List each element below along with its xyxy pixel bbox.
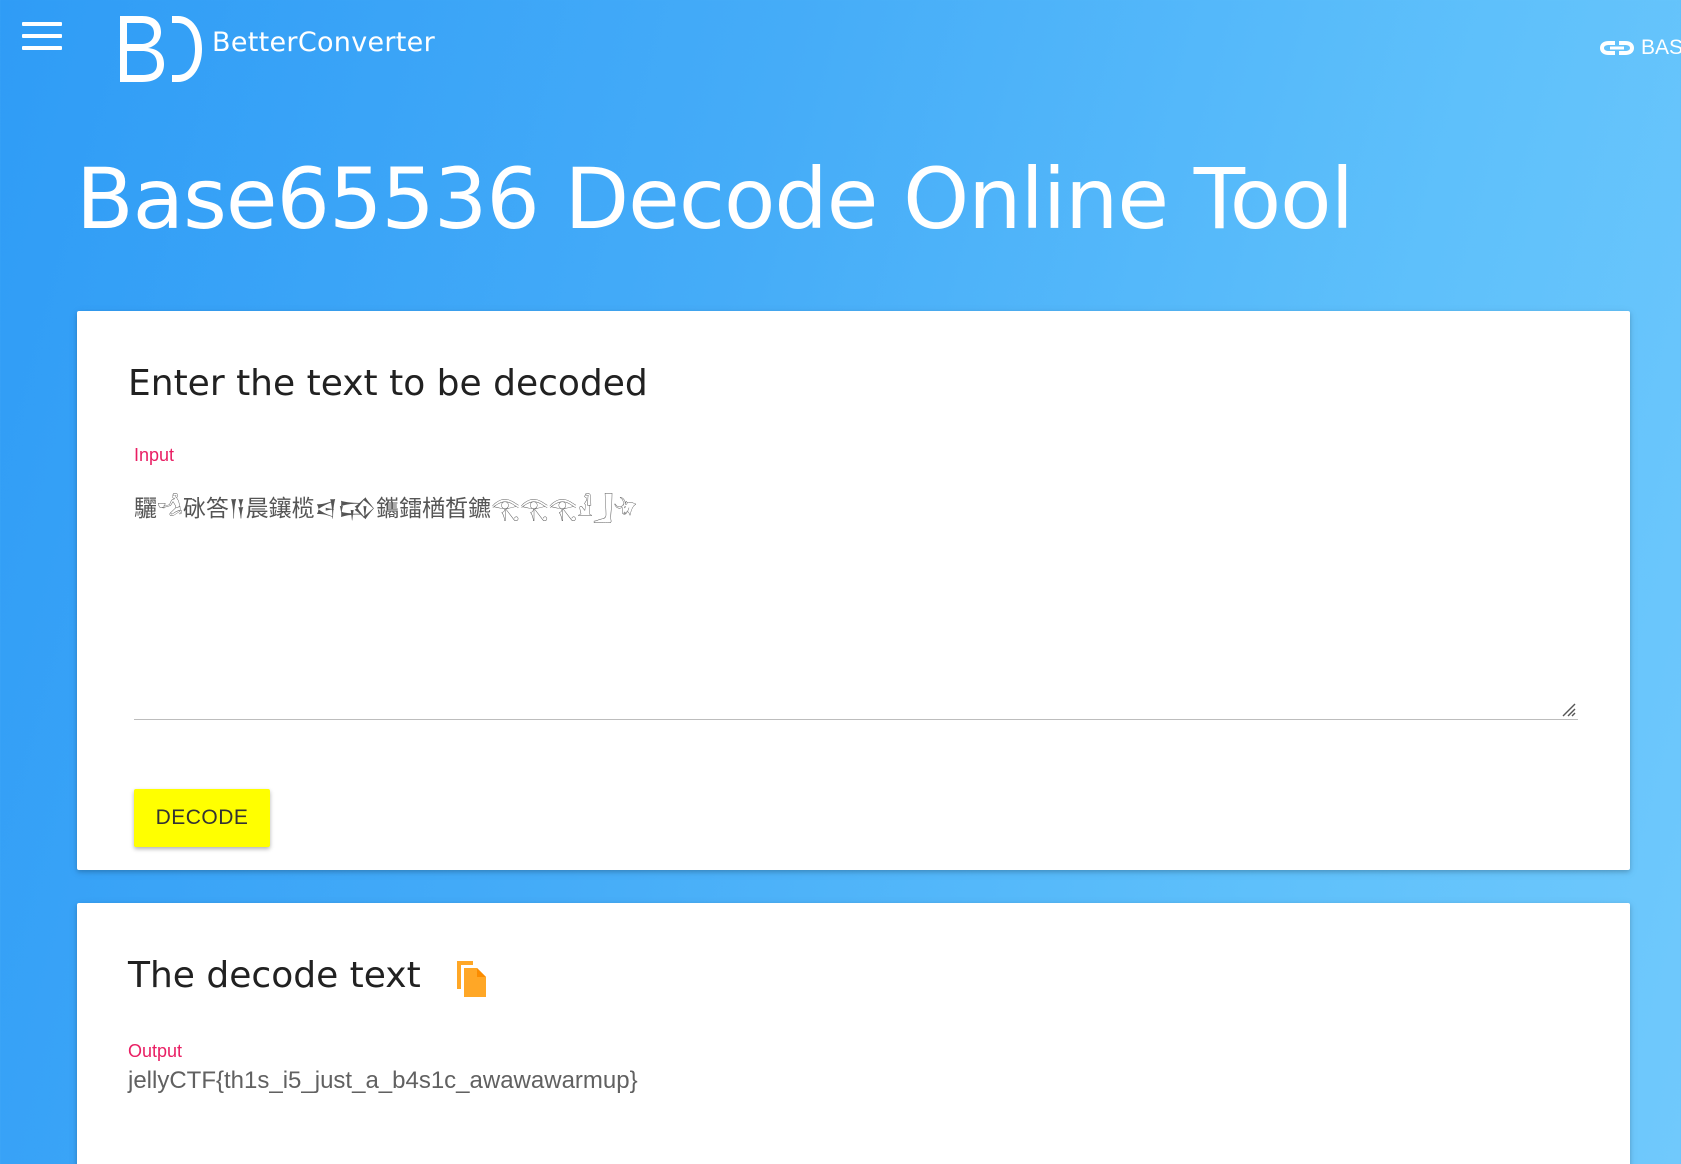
input-card: Enter the text to be decoded Input 驪𓁉砯答𒀀…	[77, 311, 1630, 870]
output-field-label: Output	[128, 1041, 183, 1061]
brand-name: BetterConverter	[212, 26, 435, 58]
hamburger-menu-icon[interactable]	[22, 22, 66, 54]
resize-grip-icon[interactable]	[1560, 701, 1576, 717]
decode-button[interactable]: DECODE	[134, 789, 270, 847]
output-text-value[interactable]: jellyCTF{th1s_i5_just_a_b4s1c_awawawarmu…	[128, 1067, 638, 1095]
output-card: The decode text Output jellyCTF{th1s_i5_…	[77, 903, 1630, 1164]
nav-link-base65536[interactable]: BASE65536	[1600, 36, 1681, 60]
input-text-value: 驪𓁉砯答𒀀晨鑲榄𒁀𒄘鑴鐳楢皙鑣𓂀𓂀𓂀𓁐𓃀𓄀	[134, 496, 638, 522]
input-card-heading: Enter the text to be decoded	[128, 363, 648, 404]
input-textarea[interactable]: 驪𓁉砯答𒀀晨鑲榄𒁀𒄘鑴鐳楢皙鑣𓂀𓂀𓂀𓁐𓃀𓄀	[134, 479, 1578, 720]
input-field-label: Input	[134, 445, 175, 465]
nav-link-label: BASE65536	[1641, 36, 1681, 59]
top-bar: BetterConverter BASE65536	[0, 0, 1681, 110]
link-icon	[1600, 41, 1634, 55]
output-card-heading: The decode text	[128, 955, 421, 996]
bc-logo-icon	[120, 16, 202, 82]
brand-logo[interactable]: BetterConverter	[114, 12, 435, 86]
page-title: Base65536 Decode Online Tool	[76, 150, 1354, 248]
copy-file-icon[interactable]	[453, 959, 489, 999]
